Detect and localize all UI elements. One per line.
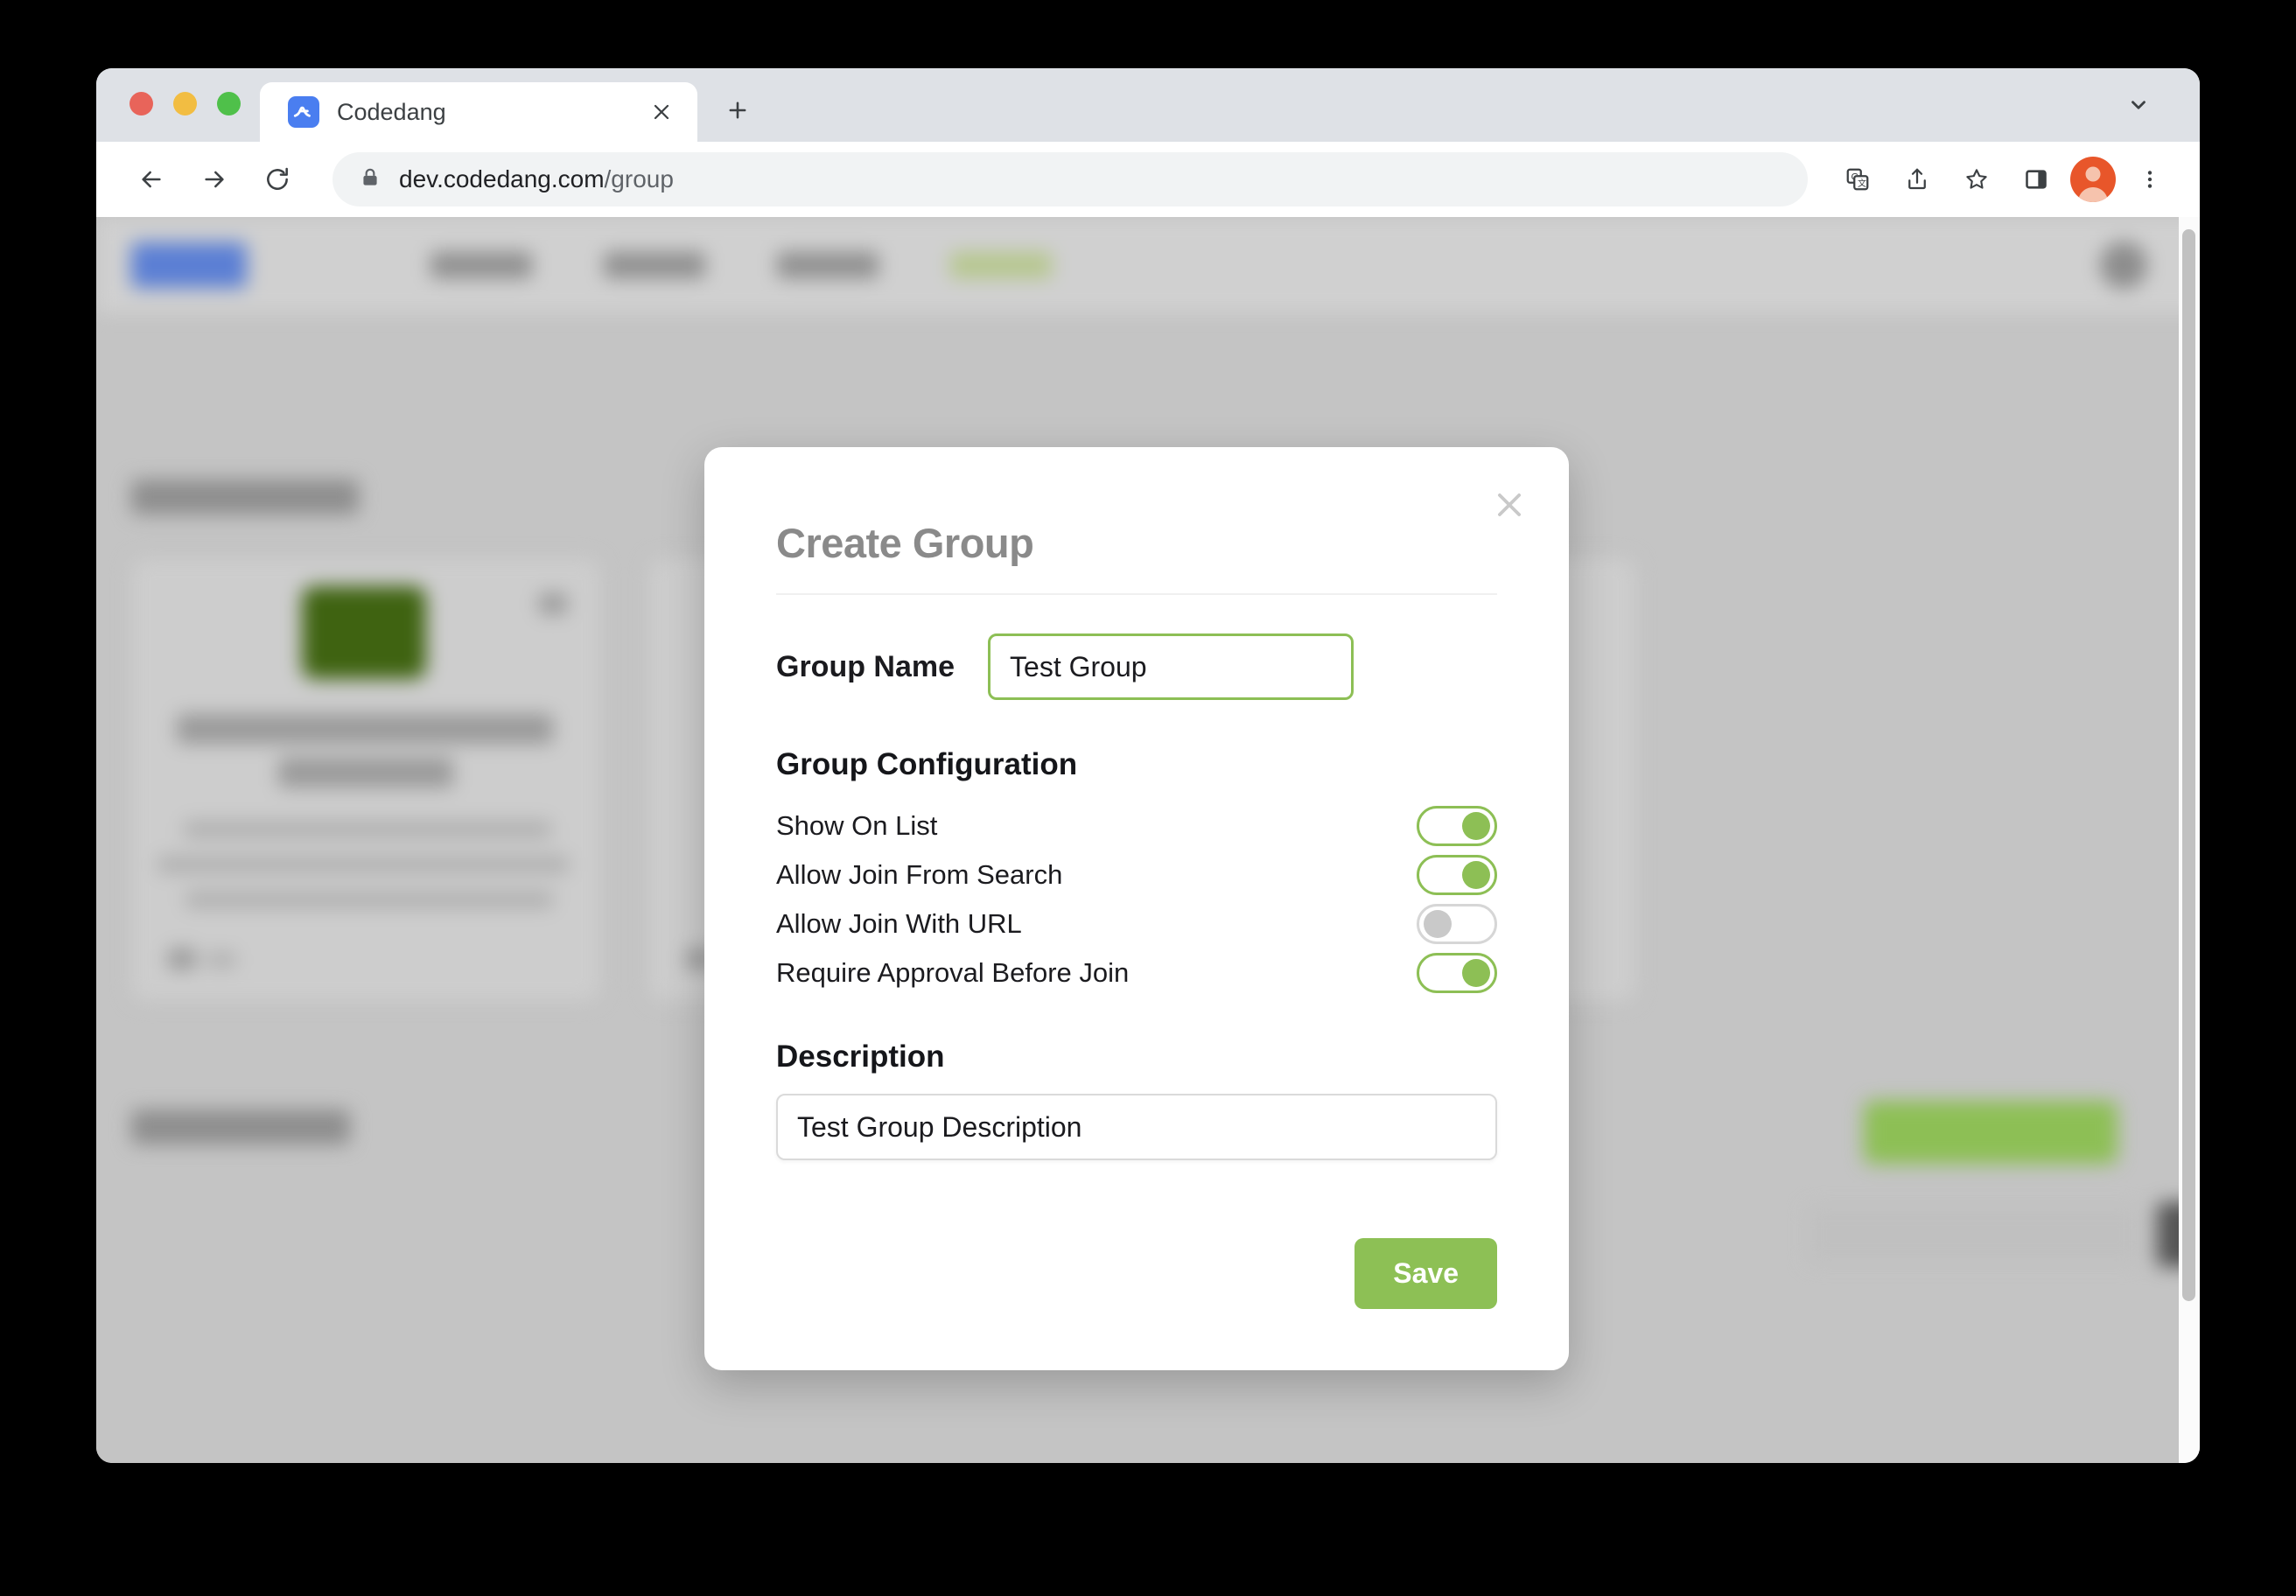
toggle-require-approval-before-join[interactable] <box>1417 953 1497 993</box>
toggle-knob <box>1462 959 1490 987</box>
config-row-show-on-list: Show On List <box>776 802 1497 850</box>
description-input[interactable]: Test Group Description <box>776 1094 1497 1160</box>
save-button[interactable]: Save <box>1354 1238 1497 1309</box>
address-bar[interactable]: dev.codedang.com/group <box>332 152 1808 206</box>
share-icon[interactable] <box>1892 154 1942 205</box>
close-icon[interactable] <box>1485 480 1534 529</box>
translate-icon[interactable]: G 文 <box>1832 154 1883 205</box>
lock-icon <box>359 166 382 193</box>
tab-close-icon[interactable] <box>645 95 678 129</box>
window-zoom-button[interactable] <box>217 92 241 116</box>
modal-overlay: Create Group Group Name Test Group Group… <box>96 217 2200 1463</box>
config-label: Allow Join From Search <box>776 859 1063 890</box>
description-input-wrapper: Test Group Description <box>776 1094 1497 1160</box>
group-configuration-title: Group Configuration <box>776 747 1078 781</box>
toggle-knob <box>1424 910 1452 938</box>
address-bar-url: dev.codedang.com/group <box>399 165 674 193</box>
browser-window: Codedang dev.codedang.com/group 文 Create… <box>96 68 2200 1463</box>
toggle-show-on-list[interactable] <box>1417 806 1497 846</box>
window-close-button[interactable] <box>130 92 153 116</box>
create-group-modal: Create Group Group Name Test Group Group… <box>704 447 1569 1370</box>
config-label: Show On List <box>776 810 938 841</box>
star-icon[interactable] <box>1951 154 2002 205</box>
browser-toolbar: dev.codedang.com/group G 文 <box>96 142 2200 217</box>
tab-strip: Codedang <box>96 68 2200 142</box>
browser-tab[interactable]: Codedang <box>260 82 697 142</box>
new-tab-button[interactable] <box>713 86 762 135</box>
avatar[interactable] <box>2070 157 2116 202</box>
url-domain: dev.codedang.com <box>399 165 605 192</box>
back-arrow-icon[interactable] <box>124 152 178 206</box>
modal-title: Create Group <box>776 520 1034 566</box>
side-panel-icon[interactable] <box>2011 154 2062 205</box>
config-row-allow-join-with-url: Allow Join With URL <box>776 900 1497 948</box>
description-label: Description <box>776 1040 945 1074</box>
codedang-logo-icon <box>288 96 319 128</box>
config-row-require-approval-before-join: Require Approval Before Join <box>776 948 1497 998</box>
three-dot-menu-icon[interactable] <box>2124 154 2175 205</box>
window-traffic-lights <box>96 92 260 142</box>
group-name-label: Group Name <box>776 649 956 683</box>
config-label: Require Approval Before Join <box>776 957 1130 988</box>
config-label: Allow Join With URL <box>776 908 1022 939</box>
group-configuration-list: Show On List Allow Join From Search Allo… <box>776 802 1497 998</box>
svg-text:文: 文 <box>1858 178 1866 189</box>
modal-actions: Save <box>1354 1238 1497 1309</box>
page-viewport: Create Group Group Name Test Group Group… <box>96 217 2200 1463</box>
forward-arrow-icon[interactable] <box>187 152 242 206</box>
config-row-allow-join-from-search: Allow Join From Search <box>776 850 1497 900</box>
modal-divider <box>776 593 1497 595</box>
description-block: Description Test Group Description <box>776 1040 1497 1160</box>
toggle-knob <box>1462 812 1490 840</box>
group-name-field-row: Group Name Test Group <box>776 634 1497 700</box>
reload-icon[interactable] <box>250 152 304 206</box>
window-minimize-button[interactable] <box>173 92 197 116</box>
tab-title: Codedang <box>337 98 446 125</box>
group-name-input[interactable]: Test Group <box>988 634 1354 700</box>
chevron-down-icon[interactable] <box>2119 86 2158 124</box>
toggle-allow-join-with-url[interactable] <box>1417 904 1497 944</box>
toggle-allow-join-from-search[interactable] <box>1417 855 1497 895</box>
url-path: /group <box>604 165 674 192</box>
toggle-knob <box>1462 861 1490 889</box>
